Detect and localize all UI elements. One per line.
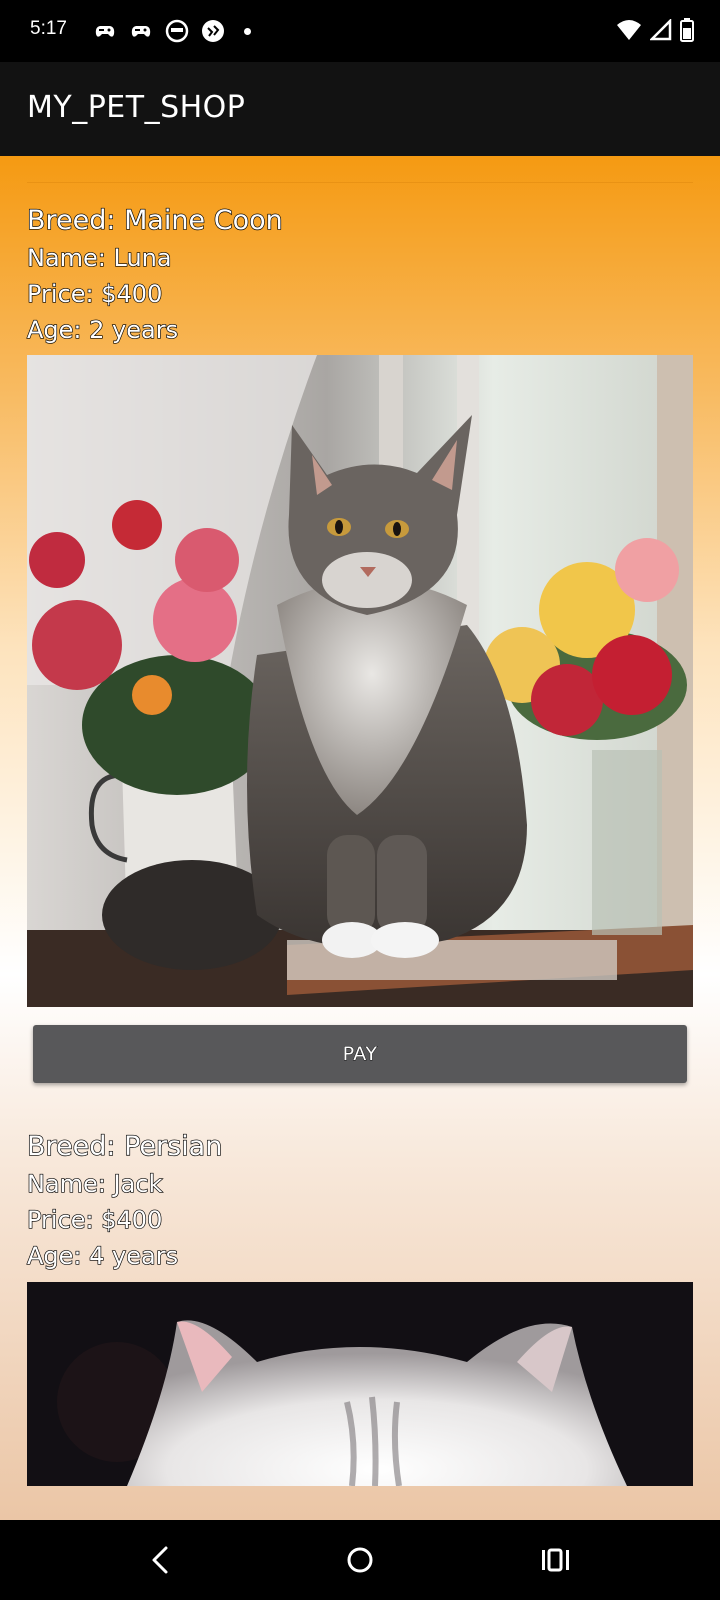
pet-price: Price: $400 xyxy=(26,279,163,308)
pet-photo-persian xyxy=(27,1282,693,1486)
more-notifications-dot-icon xyxy=(244,27,251,35)
pet-age: Age: 2 years xyxy=(26,315,179,344)
notification-icons xyxy=(92,18,251,44)
back-icon[interactable] xyxy=(142,1540,182,1580)
pet-breed: Breed: Maine Coon xyxy=(26,204,283,236)
pet-list[interactable]: Breed: Maine Coon Name: Luna Price: $400… xyxy=(0,156,720,1520)
recents-icon[interactable] xyxy=(536,1540,576,1580)
wifi-icon xyxy=(617,20,641,40)
app-bar: MY_PET_SHOP xyxy=(0,62,720,156)
face-icon xyxy=(165,19,189,43)
divider xyxy=(27,182,693,183)
status-bar: 5:17 xyxy=(0,0,720,62)
cell-signal-icon xyxy=(650,19,672,41)
home-icon[interactable] xyxy=(340,1540,380,1580)
pet-photo-maine-coon xyxy=(27,355,693,1007)
system-icons xyxy=(616,18,694,42)
pet-breed: Breed: Persian xyxy=(26,1130,223,1162)
pet-name: Name: Luna xyxy=(26,243,172,272)
navigation-bar xyxy=(0,1520,720,1600)
status-time: 5:17 xyxy=(30,18,67,39)
pet-name: Name: Jack xyxy=(26,1169,163,1198)
pet-age: Age: 4 years xyxy=(26,1241,179,1270)
game-controller-icon xyxy=(95,26,115,37)
app-title: MY_PET_SHOP xyxy=(27,90,246,125)
pet-price: Price: $400 xyxy=(26,1205,163,1234)
pet-card-luna: Breed: Maine Coon Name: Luna Price: $400… xyxy=(0,202,720,1083)
pay-button[interactable]: PAY xyxy=(33,1025,687,1083)
battery-icon xyxy=(680,18,694,42)
pet-card-jack: Breed: Persian Name: Jack Price: $400 Ag… xyxy=(0,1128,720,1486)
game-controller-icon xyxy=(131,26,151,37)
gesture-app-icon xyxy=(202,20,224,42)
